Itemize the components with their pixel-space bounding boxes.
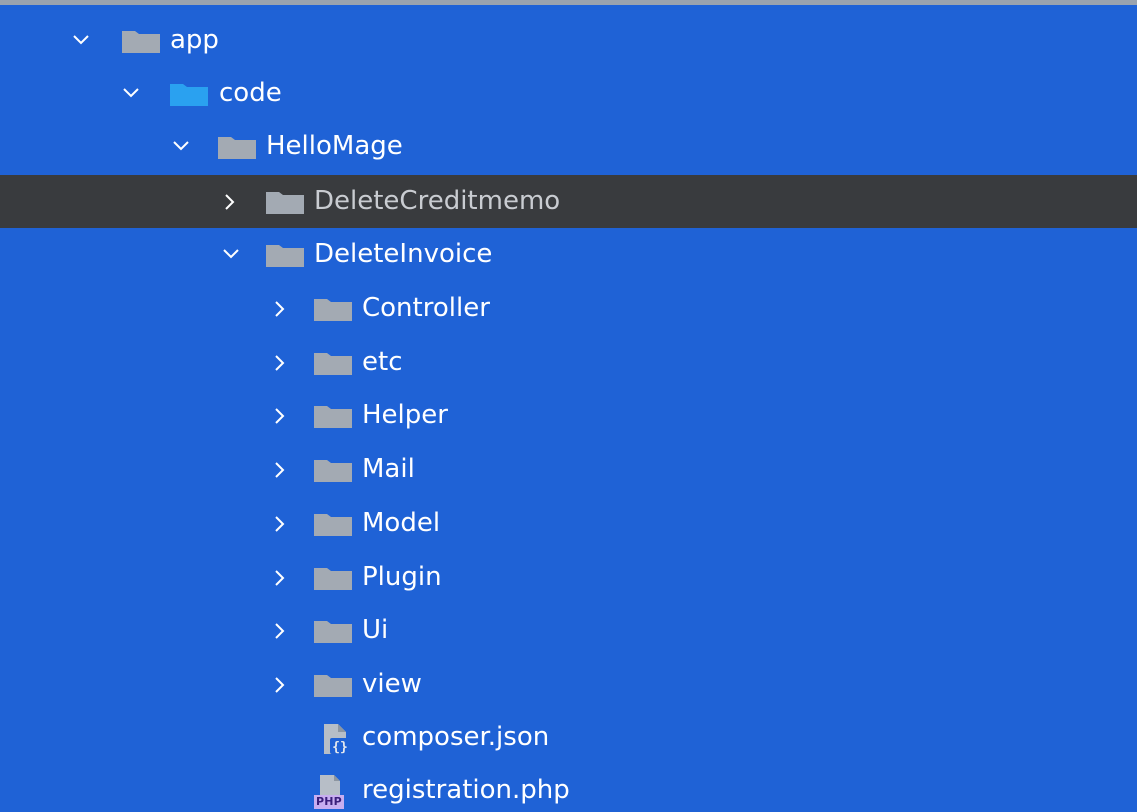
chevron-down-icon[interactable]: [66, 14, 96, 67]
folder-icon: [314, 512, 352, 536]
tree-item-label: Ui: [362, 615, 389, 645]
chevron-right-icon[interactable]: [266, 551, 296, 604]
folder-icon: [314, 351, 352, 375]
php-file-icon: PHP: [314, 775, 346, 809]
svg-text:{}: {}: [332, 740, 348, 755]
chevron-right-icon[interactable]: [266, 604, 296, 657]
tree-item-etc[interactable]: etc: [0, 336, 1137, 389]
folder-icon: [314, 404, 352, 428]
folder-icon: [314, 619, 352, 643]
folder-icon: [314, 673, 352, 697]
chevron-down-icon[interactable]: [216, 228, 246, 281]
tree-item-controller[interactable]: Controller: [0, 282, 1137, 335]
folder-icon: [266, 243, 304, 267]
tree-item-label: Mail: [362, 454, 415, 484]
tree-item-label: registration.php: [362, 775, 570, 805]
project-tree: app code HelloMage DeleteCreditmemo Dele…: [0, 0, 1137, 812]
json-file-icon: {}: [320, 722, 352, 756]
chevron-right-icon[interactable]: [266, 658, 296, 711]
tree-item-hellomage[interactable]: HelloMage: [0, 120, 1137, 173]
tree-item-registration-php[interactable]: PHP registration.php: [0, 764, 1137, 812]
chevron-right-icon[interactable]: [266, 443, 296, 496]
tree-item-label: Helper: [362, 400, 448, 430]
tree-item-label: Model: [362, 508, 441, 538]
tree-item-label: code: [219, 78, 282, 108]
tree-item-code[interactable]: code: [0, 67, 1137, 120]
chevron-right-icon[interactable]: [216, 175, 246, 228]
chevron-down-icon[interactable]: [166, 120, 196, 173]
tree-item-mail[interactable]: Mail: [0, 443, 1137, 496]
tree-item-label: app: [170, 25, 219, 55]
tree-item-label: HelloMage: [266, 131, 403, 161]
chevron-right-icon[interactable]: [266, 389, 296, 442]
tree-item-label: Controller: [362, 293, 490, 323]
tree-item-label: DeleteInvoice: [314, 239, 493, 269]
folder-icon: [122, 29, 160, 53]
tree-item-deleteinvoice[interactable]: DeleteInvoice: [0, 228, 1137, 281]
folder-icon: [314, 458, 352, 482]
php-badge: PHP: [314, 795, 344, 809]
tree-item-ui[interactable]: Ui: [0, 604, 1137, 657]
tree-item-helper[interactable]: Helper: [0, 389, 1137, 442]
tree-item-label: etc: [362, 347, 403, 377]
tree-item-composer-json[interactable]: {} composer.json: [0, 711, 1137, 764]
tree-item-deletecreditmemo[interactable]: DeleteCreditmemo: [0, 175, 1137, 228]
chevron-right-icon[interactable]: [266, 497, 296, 550]
chevron-down-icon[interactable]: [116, 67, 146, 120]
tree-item-label: DeleteCreditmemo: [314, 186, 561, 216]
folder-icon: [314, 297, 352, 321]
tree-item-model[interactable]: Model: [0, 497, 1137, 550]
chevron-right-icon[interactable]: [266, 282, 296, 335]
tree-item-label: composer.json: [362, 722, 550, 752]
folder-icon: [314, 566, 352, 590]
source-folder-icon: [170, 82, 208, 106]
chevron-right-icon[interactable]: [266, 336, 296, 389]
tree-item-plugin[interactable]: Plugin: [0, 551, 1137, 604]
tree-item-label: view: [362, 669, 422, 699]
tree-item-label: Plugin: [362, 562, 442, 592]
folder-icon: [266, 190, 304, 214]
folder-icon: [218, 135, 256, 159]
tree-item-app[interactable]: app: [0, 14, 1137, 67]
tree-item-view[interactable]: view: [0, 658, 1137, 711]
